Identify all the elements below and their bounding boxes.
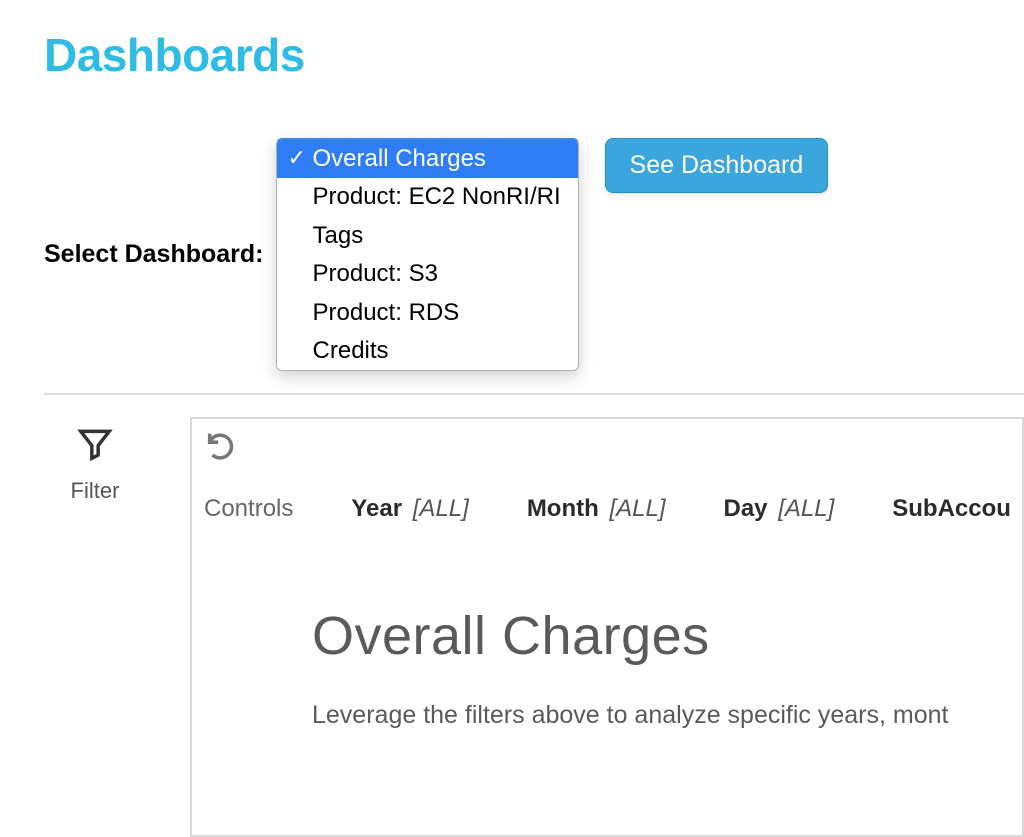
content-title: Overall Charges [312,605,992,667]
control-subaccount[interactable]: SubAccou [892,495,1015,523]
filter-icon[interactable] [76,425,114,468]
control-day[interactable]: Day [ALL] [724,495,835,523]
control-subaccount-name: SubAccou [892,495,1011,522]
dashboard-dropdown[interactable]: Overall Charges Product: EC2 NonRI/RI Ta… [276,138,579,371]
control-year[interactable]: Year [ALL] [351,495,468,523]
dropdown-option-tags[interactable]: Tags [277,217,578,255]
dashboard-dropdown-list: Overall Charges Product: EC2 NonRI/RI Ta… [276,138,579,371]
undo-icon[interactable] [204,428,238,467]
control-year-name: Year [351,495,402,522]
filter-label: Filter [71,478,120,504]
controls-label: Controls [204,495,293,523]
content-description: Leverage the filters above to analyze sp… [312,701,992,730]
divider [44,393,1024,395]
select-dashboard-label: Select Dashboard: [44,240,264,269]
control-month[interactable]: Month [ALL] [527,495,666,523]
dropdown-option-rds[interactable]: Product: RDS [277,294,578,332]
dropdown-option-s3[interactable]: Product: S3 [277,255,578,293]
control-year-value: [ALL] [413,495,469,522]
control-month-value: [ALL] [609,495,665,522]
filter-column: Filter [0,417,190,504]
see-dashboard-button[interactable]: See Dashboard [605,138,829,193]
content-panel: Controls Year [ALL] Month [ALL] Day [ALL… [190,417,1024,837]
content-body: Overall Charges Leverage the filters abo… [192,537,1022,730]
control-month-name: Month [527,495,599,522]
dropdown-option-credits[interactable]: Credits [277,332,578,370]
content-row: Filter Controls Year [ALL] Month [ALL] D… [0,417,1024,837]
control-day-name: Day [724,495,768,522]
control-day-value: [ALL] [778,495,834,522]
controls-row: Controls Year [ALL] Month [ALL] Day [ALL… [192,475,1022,537]
page-title: Dashboards [44,28,1024,82]
dropdown-option-overall-charges[interactable]: Overall Charges [277,140,578,178]
dropdown-option-ec2[interactable]: Product: EC2 NonRI/RI [277,178,578,216]
panel-toolbar [192,419,1022,475]
dashboard-selector-row: Select Dashboard: Overall Charges Produc… [44,138,1024,371]
